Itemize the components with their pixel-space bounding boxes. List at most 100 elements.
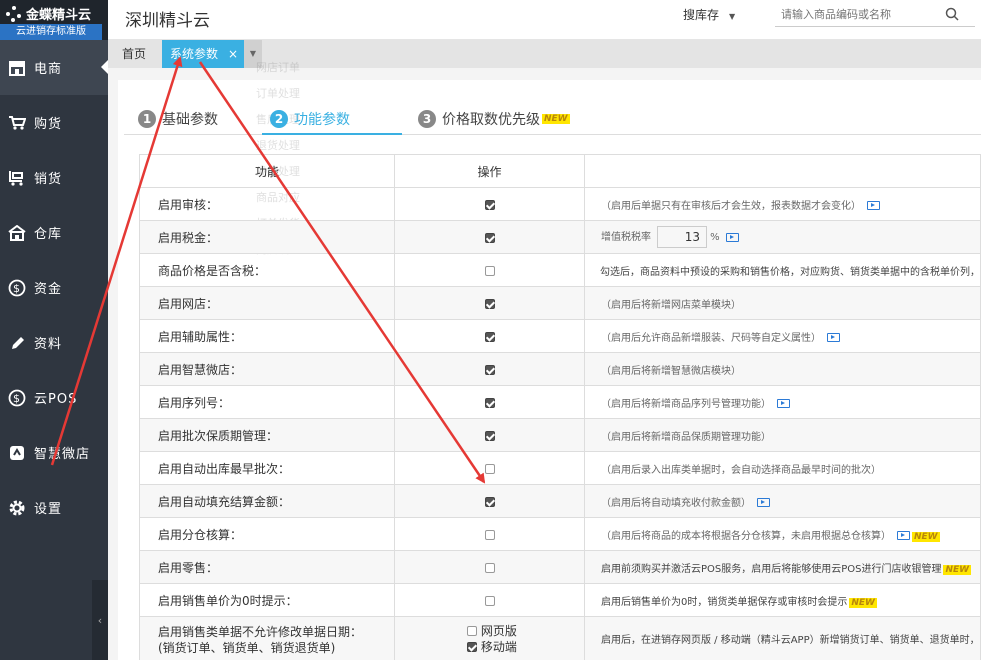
description-text: （启用后将新增商品序列号管理功能） — [600, 398, 771, 410]
sidebar-item-label: 设置 — [34, 502, 63, 517]
step-basic-params[interactable]: 1 基础参数 — [138, 104, 218, 134]
sidebar-collapse-button[interactable]: ‹ — [92, 580, 108, 660]
mobile-checkbox[interactable] — [467, 642, 478, 652]
enable-checkbox[interactable] — [484, 430, 495, 441]
enable-checkbox[interactable] — [484, 199, 495, 210]
enable-checkbox[interactable] — [484, 364, 495, 375]
description-text: （启用后将新增网店菜单模块） — [600, 299, 741, 311]
sidebar-item-cloud-pos[interactable]: $ 云POS — [0, 370, 108, 425]
step-divider — [124, 134, 981, 135]
enable-checkbox[interactable] — [484, 331, 495, 342]
money-icon: $ — [8, 389, 26, 407]
operation-cell: 网页版 移动端 — [394, 616, 585, 660]
function-label: 启用分仓核算： — [138, 517, 396, 551]
sidebar-item-smart-shop[interactable]: 智慧微店 — [0, 425, 108, 480]
operation-cell — [394, 484, 585, 518]
enable-checkbox[interactable] — [484, 232, 495, 243]
step-function-params[interactable]: 2 功能参数 — [270, 104, 350, 134]
function-label-main: 启用销售类单据不允许修改单据日期： — [158, 624, 363, 639]
enable-checkbox[interactable] — [484, 298, 495, 309]
search-scope-label: 搜库存 — [683, 8, 720, 22]
description-text: 启用后，在进销存网页版 / 移动端（精斗云APP）新增销货订单、销货单、退货单时… — [600, 635, 980, 646]
function-label: 商品价格是否含税： — [138, 253, 396, 287]
step-number: 1 — [138, 110, 156, 128]
tab-more-button[interactable]: ▼ — [244, 40, 262, 68]
svg-text:$: $ — [13, 392, 21, 405]
sidebar-item-warehouse[interactable]: 仓库 — [0, 205, 108, 260]
gear-icon — [8, 499, 26, 517]
description-text: （启用后将新增智慧微店模块） — [600, 365, 741, 377]
table-row: 启用销售单价为0时提示： 启用后销售单价为0时，销货类单据保存或审核时会提示 NE… — [138, 583, 981, 617]
tab-label: 系统参数 — [170, 47, 219, 61]
enable-checkbox[interactable] — [484, 265, 495, 276]
enable-checkbox[interactable] — [484, 529, 495, 540]
step-price-priority[interactable]: 3 价格取数优先级 NEW — [418, 104, 570, 134]
function-label: 启用销售单价为0时提示： — [138, 583, 396, 617]
video-icon[interactable] — [756, 498, 770, 507]
table-row: 启用税金： 增值税税率 13 % — [138, 220, 981, 254]
logo-icon — [6, 6, 22, 22]
operation-cell — [394, 187, 585, 221]
video-icon[interactable] — [866, 201, 880, 210]
svg-text:$: $ — [13, 282, 21, 295]
description-cell: （启用后将自动填充收付款金额） — [583, 484, 981, 518]
tax-rate-input[interactable]: 13 — [656, 226, 707, 248]
table-header-row: 功能 操作 — [138, 154, 981, 188]
new-badge: NEW — [943, 564, 972, 575]
function-label: 启用辅助属性： — [138, 319, 396, 353]
description-cell: （启用后允许商品新增服装、尺码等自定义属性） — [583, 319, 981, 353]
table-row: 启用网店： （启用后将新增网店菜单模块） — [138, 286, 981, 320]
tab-home[interactable]: 首页 — [114, 40, 154, 68]
sidebar-item-ecommerce[interactable]: 电商 — [0, 40, 108, 95]
sidebar-item-funds[interactable]: $ 资金 — [0, 260, 108, 315]
sidebar-item-purchase[interactable]: 购货 — [0, 95, 108, 150]
step-label: 基础参数 — [162, 112, 218, 128]
description-cell: 启用前须购买并激活云POS服务，启用后将能够使用云POS进行门店收银管理 NEW — [583, 550, 981, 584]
function-label: 启用零售： — [138, 550, 396, 584]
web-checkbox[interactable] — [467, 626, 478, 636]
search-input[interactable] — [781, 3, 941, 25]
function-label: 启用自动出库最早批次： — [138, 451, 396, 485]
search-icon[interactable] — [945, 7, 959, 24]
enable-checkbox[interactable] — [484, 463, 495, 474]
sidebar-item-sales[interactable]: 销货 — [0, 150, 108, 205]
search-scope-dropdown[interactable]: 搜库存 ▼ — [683, 4, 773, 26]
sidebar-item-data[interactable]: 资料 — [0, 315, 108, 370]
description-text: （启用后允许商品新增服装、尺码等自定义属性） — [600, 332, 821, 344]
video-icon[interactable] — [826, 333, 840, 342]
column-header-operation: 操作 — [394, 154, 585, 188]
top-header: 深圳精斗云 搜库存 ▼ — [108, 0, 981, 40]
enable-checkbox[interactable] — [484, 595, 495, 606]
function-params-table: 功能 操作 启用审核： （启用后单据只有在审核后才会生效，报表数据才会变化） 启… — [138, 154, 981, 660]
enable-checkbox[interactable] — [484, 562, 495, 573]
description-cell: （启用后录入出库类单据时，会自动选择商品最早时间的批次） — [583, 451, 981, 485]
enable-checkbox[interactable] — [484, 496, 495, 507]
description-text: （启用后单据只有在审核后才会生效，报表数据才会变化） — [600, 200, 861, 212]
function-label: 启用审核： — [138, 187, 396, 221]
option-web[interactable]: 网页版 — [396, 623, 584, 639]
enable-checkbox[interactable] — [484, 397, 495, 408]
brand-name: 金蝶精斗云 — [26, 8, 92, 23]
option-mobile[interactable]: 移动端 — [396, 639, 584, 655]
pen-icon — [8, 334, 26, 352]
function-label: 启用销售类单据不允许修改单据日期： (销货订单、销货单、销货退货单) — [138, 616, 396, 660]
option-label: 移动端 — [480, 639, 517, 654]
caret-down-icon: ▼ — [729, 12, 736, 21]
sidebar-item-label: 智慧微店 — [34, 447, 91, 462]
operation-cell — [394, 286, 585, 320]
tab-system-params[interactable]: 系统参数 × — [162, 40, 244, 68]
video-icon[interactable] — [776, 399, 790, 408]
close-icon[interactable]: × — [228, 40, 238, 68]
operation-cell — [394, 352, 585, 386]
sidebar-item-settings[interactable]: 设置 — [0, 480, 108, 535]
video-icon[interactable] — [725, 232, 739, 242]
description-cell: （启用后将新增智慧微店模块） — [583, 352, 981, 386]
video-icon[interactable] — [896, 531, 910, 540]
step-number: 2 — [270, 110, 288, 128]
description-cell: 勾选后，商品资料中预设的采购和销售价格，对应购货、销货类单据中的含税单价列， — [583, 253, 981, 287]
step-active-indicator — [262, 133, 402, 135]
store-icon — [8, 59, 26, 77]
function-label: 启用序列号： — [138, 385, 396, 419]
description-text: （启用后将商品的成本将根据各分仓核算，未启用根据总仓核算） — [600, 530, 891, 542]
operation-cell — [394, 418, 585, 452]
